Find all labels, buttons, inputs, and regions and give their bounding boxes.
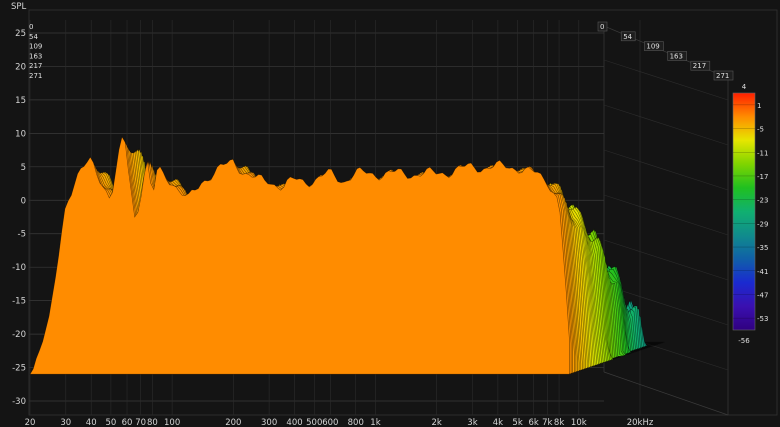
x-tick-label: 20kHz xyxy=(627,418,654,427)
time-tick-label-left: 217 xyxy=(29,62,42,70)
x-tick-label: 100 xyxy=(164,418,180,427)
x-tick-label: 400 xyxy=(286,418,302,427)
x-tick-label: 7k xyxy=(542,418,552,427)
y-tick-label: -25 xyxy=(12,364,26,374)
x-tick-label: 500 xyxy=(306,418,322,427)
color-scale: 4 1 -5 -11 -17 -23 -29 -35 -41 -47 -53 -56 xyxy=(732,83,768,345)
y-tick-label: 15 xyxy=(15,96,26,106)
y-tick-label: 20 xyxy=(15,62,26,72)
x-tick-label: 1k xyxy=(370,418,380,427)
time-tick-label-right: 217 xyxy=(693,62,706,70)
x-tick-label: 80 xyxy=(147,418,158,427)
x-tick-label: 60 xyxy=(122,418,133,427)
y-tick-label: 0 xyxy=(21,196,26,206)
color-scale-label: -29 xyxy=(757,220,768,228)
color-scale-label: -17 xyxy=(757,173,768,181)
y-tick-label: 10 xyxy=(15,129,26,139)
time-tick-label-right: 271 xyxy=(716,72,729,80)
x-tick-label: 30 xyxy=(60,418,71,427)
time-tick-label-right: 0 xyxy=(600,23,604,31)
color-scale-max-label: 4 xyxy=(742,83,747,91)
y-tick-label: -10 xyxy=(12,263,26,273)
y-tick-label: -20 xyxy=(12,330,26,340)
time-tick-label-right: 54 xyxy=(623,33,632,41)
y-tick-label: -30 xyxy=(12,397,26,407)
color-scale-label: -53 xyxy=(757,315,768,323)
time-tick-label-left: 109 xyxy=(29,43,42,51)
time-tick-label-right: 163 xyxy=(670,52,683,60)
x-tick-label: 3k xyxy=(467,418,477,427)
x-tick-label: 4k xyxy=(493,418,503,427)
x-tick-label: 8k xyxy=(554,418,564,427)
y-tick-label: 5 xyxy=(21,163,26,173)
time-tick-label-left: 163 xyxy=(29,52,42,60)
y-tick-label: 25 xyxy=(15,29,26,39)
x-tick-label: 300 xyxy=(261,418,277,427)
spectral-slices xyxy=(29,135,665,375)
x-tick-label: 200 xyxy=(225,418,241,427)
x-tick-label: 6k xyxy=(529,418,539,427)
y-tick-label: -5 xyxy=(18,230,26,240)
color-scale-min-label: -56 xyxy=(738,337,750,345)
time-axis: 0 054 54109 109163 163217 217271 271 xyxy=(29,21,734,81)
color-scale-label: -11 xyxy=(757,149,768,157)
time-tick-label-left: 0 xyxy=(29,23,33,31)
x-tick-label: 2k xyxy=(431,418,441,427)
x-tick-label: 10k xyxy=(571,418,587,427)
color-scale-label: -5 xyxy=(757,126,764,134)
x-tick-label: 40 xyxy=(86,418,97,427)
color-scale-label: 1 xyxy=(757,102,761,110)
color-scale-label: -41 xyxy=(757,268,768,276)
x-tick-label: 5k xyxy=(512,418,522,427)
color-scale-label: -35 xyxy=(757,244,768,252)
y-axis-title: SPL xyxy=(11,2,27,12)
x-tick-label: 20 xyxy=(25,418,36,427)
x-tick-label: 600 xyxy=(322,418,338,427)
time-tick-label-left: 54 xyxy=(29,33,38,41)
x-tick-label: 70 xyxy=(135,418,146,427)
time-tick-label-left: 271 xyxy=(29,72,42,80)
x-tick-label: 50 xyxy=(106,418,117,427)
time-tick-label-right: 109 xyxy=(646,43,659,51)
color-scale-label: -47 xyxy=(757,291,768,299)
waterfall-chart: 2520151050-5-10-15-20-25-3020 30 40 50 60 70 8… xyxy=(11,2,778,427)
y-tick-label: -15 xyxy=(12,297,26,307)
x-tick-label: 800 xyxy=(348,418,364,427)
color-scale-label: -23 xyxy=(757,197,768,205)
